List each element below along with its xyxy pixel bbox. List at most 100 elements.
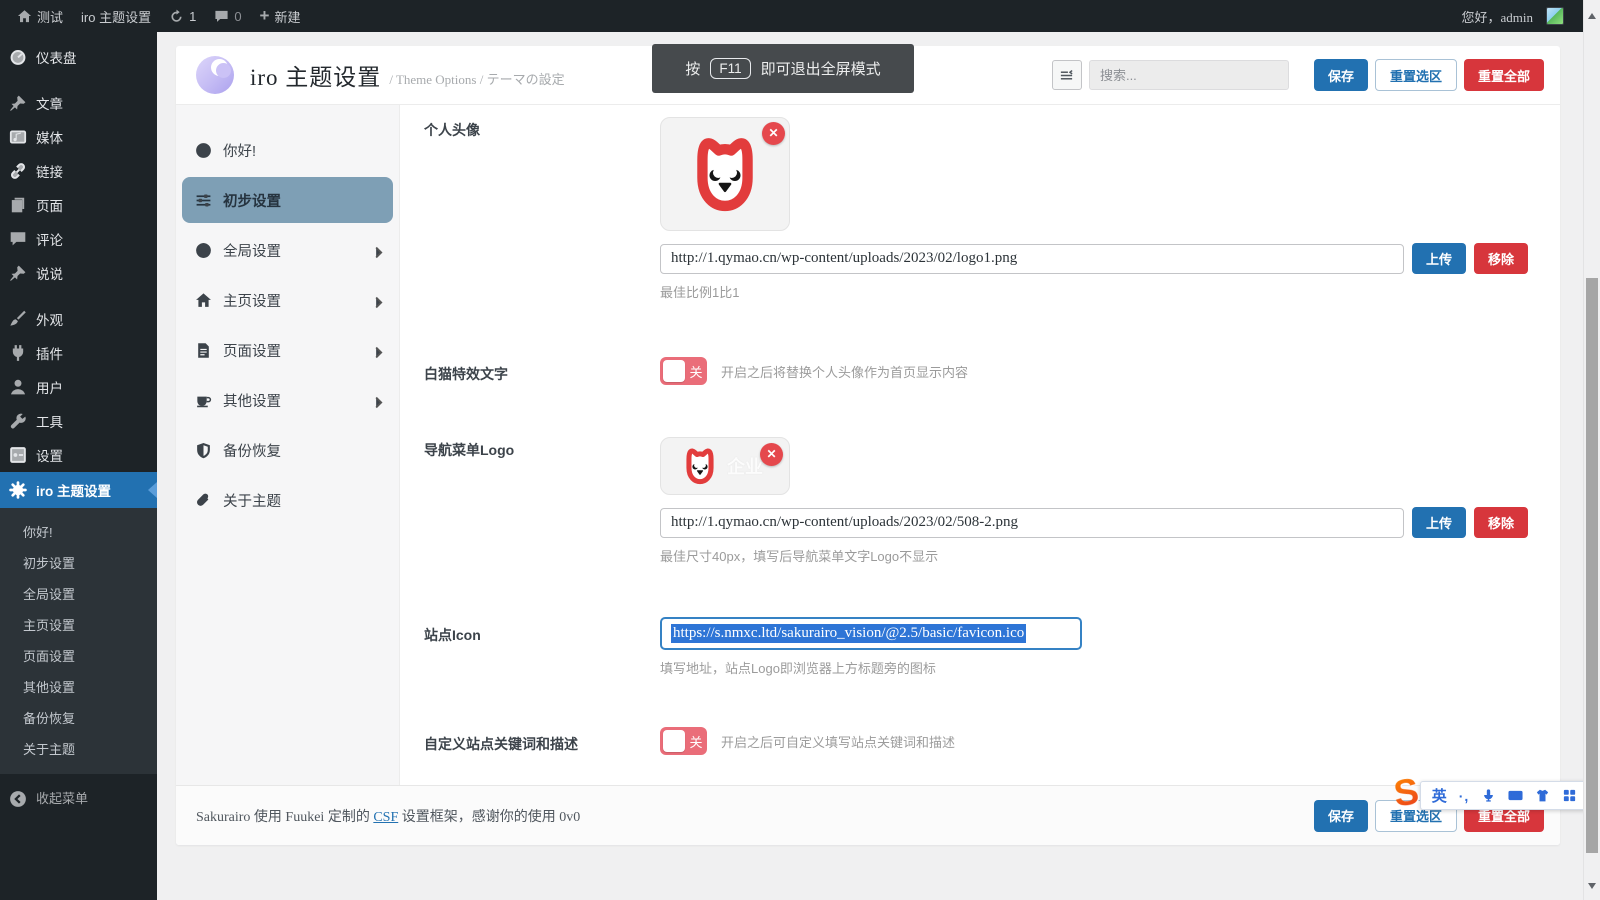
keyboard-icon[interactable] — [1508, 788, 1523, 803]
toast-text: 按 — [685, 58, 700, 79]
field-control: https://s.nmxc.ltd/sakurairo_vision/@2.5… — [660, 617, 1536, 677]
sidebar-item-label: 评论 — [36, 229, 63, 249]
theme-nav-item-hello[interactable]: 你好! — [176, 125, 399, 175]
submenu-item[interactable]: 初步设置 — [0, 547, 157, 578]
admin-bar-right: 您好，admin — [1452, 0, 1573, 32]
collapse-circle-icon — [9, 789, 27, 807]
wp-sidebar: 仪表盘文章媒体链接页面评论说说外观插件用户工具设置 iro 主题设置你好!初步设置… — [0, 32, 157, 900]
remove-avatar-image-button[interactable] — [762, 122, 785, 145]
csf-link[interactable]: CSF — [373, 810, 398, 825]
theme-nav-item-other-settings[interactable]: 其他设置 — [176, 375, 399, 425]
reset-section-button[interactable]: 重置选区 — [1375, 59, 1457, 91]
sidebar-item-plugins[interactable]: 插件 — [0, 336, 157, 370]
smile-icon — [195, 142, 212, 159]
theme-nav-item-homepage-settings[interactable]: 主页设置 — [176, 275, 399, 325]
page-title: iro 主题设置 — [250, 58, 381, 92]
nav-logo-url-input[interactable] — [660, 508, 1404, 538]
save-button[interactable]: 保存 — [1314, 59, 1368, 91]
sidebar-item-tools[interactable]: 工具 — [0, 404, 157, 438]
admin-bar-new[interactable]: + 新建 — [251, 0, 310, 32]
sidebar-item-dashboard[interactable]: 仪表盘 — [0, 40, 157, 74]
sidebar-item-settings[interactable]: 设置 — [0, 438, 157, 472]
upload-button[interactable]: 上传 — [1412, 507, 1466, 538]
admin-bar-theme-shortcut[interactable]: iro 主题设置 — [72, 0, 160, 32]
sidebar-item-appearance[interactable]: 外观 — [0, 302, 157, 336]
submenu-item[interactable]: 全局设置 — [0, 578, 157, 609]
theme-nav-item-backup-restore[interactable]: 备份恢复 — [176, 425, 399, 475]
logo-ghost-text: 企业 — [727, 453, 763, 479]
pages-icon — [9, 196, 27, 214]
remove-button[interactable]: 移除 — [1474, 243, 1528, 274]
fullscreen-exit-toast: 按 F11 即可退出全屏模式 — [652, 44, 914, 93]
field-description: 填写地址，站点Logo即浏览器上方标题旁的图标 — [660, 658, 1536, 677]
footer-credit: Sakurairo 使用 Fuukei 定制的 CSF 设置框架，感谢你的使用 … — [196, 806, 580, 826]
menu-separator — [0, 74, 157, 86]
theme-nav-label: 页面设置 — [223, 340, 281, 361]
avatar-url-input[interactable] — [660, 244, 1404, 274]
ime-punctuation-toggle[interactable]: ·, — [1459, 788, 1470, 804]
more-tools-icon[interactable] — [1562, 788, 1577, 803]
theme-nav-item-global-settings[interactable]: 全局设置 — [176, 225, 399, 275]
submenu-item[interactable]: 备份恢复 — [0, 702, 157, 733]
theme-nav-label: 关于主题 — [223, 490, 281, 511]
submenu-item[interactable]: 其他设置 — [0, 671, 157, 702]
toast-text: 即可退出全屏模式 — [761, 58, 881, 79]
remove-nav-logo-button[interactable] — [760, 443, 783, 466]
cat-logo-image — [677, 443, 723, 489]
pin-icon — [9, 264, 27, 282]
page-subtitle: / Theme Options / テーマの設定 — [389, 69, 564, 88]
page-scrollbar[interactable] — [1583, 0, 1600, 900]
upload-button[interactable]: 上传 — [1412, 243, 1466, 274]
sidebar-item-comments[interactable]: 评论 — [0, 222, 157, 256]
toggle-state-label: 关 — [685, 732, 707, 751]
field-control: 上传 移除 最佳比例1比1 — [660, 117, 1536, 301]
microphone-icon[interactable] — [1481, 788, 1496, 803]
sidebar-item-posts[interactable]: 文章 — [0, 86, 157, 120]
settings-icon — [9, 446, 27, 464]
toggle-switch[interactable]: 关 — [660, 357, 707, 385]
admin-bar-comments[interactable]: 0 — [205, 0, 250, 32]
sogou-logo[interactable]: S — [1391, 772, 1421, 813]
sidebar-item-pages[interactable]: 页面 — [0, 188, 157, 222]
plus-icon: + — [260, 7, 270, 24]
submenu-item[interactable]: 页面设置 — [0, 640, 157, 671]
submenu-item[interactable]: 主页设置 — [0, 609, 157, 640]
field-description: 开启之后可自定义填写站点关键词和描述 — [721, 732, 955, 751]
sidebar-item-links[interactable]: 链接 — [0, 154, 157, 188]
scroll-up-arrow[interactable] — [1588, 9, 1596, 19]
scrollbar-thumb[interactable] — [1586, 278, 1598, 853]
sidebar-item-media[interactable]: 媒体 — [0, 120, 157, 154]
remove-button[interactable]: 移除 — [1474, 507, 1528, 538]
scroll-down-arrow[interactable] — [1588, 883, 1596, 893]
screen: 测试 iro 主题设置 1 0 + 新建 您好，admin — [0, 0, 1600, 900]
theme-nav-item-page-settings[interactable]: 页面设置 — [176, 325, 399, 375]
theme-nav-item-basic-settings[interactable]: 初步设置 — [182, 177, 393, 223]
save-button-footer[interactable]: 保存 — [1314, 800, 1368, 832]
chevron-right-icon — [370, 244, 383, 257]
search-input[interactable] — [1089, 60, 1289, 90]
sidebar-item-iro-theme-settings[interactable]: iro 主题设置 — [0, 472, 157, 508]
theme-nav-item-about-theme[interactable]: 关于主题 — [176, 475, 399, 525]
skin-icon[interactable] — [1535, 788, 1550, 803]
admin-bar-account[interactable]: 您好，admin — [1452, 0, 1573, 32]
sidebar-item-shuoshuo[interactable]: 说说 — [0, 256, 157, 290]
reset-all-button[interactable]: 重置全部 — [1464, 59, 1544, 91]
sidebar-item-label: 链接 — [36, 161, 63, 181]
collapse-sections-button[interactable] — [1052, 60, 1082, 90]
sidebar-item-label: iro 主题设置 — [36, 480, 111, 500]
submenu-item[interactable]: 你好! — [0, 516, 157, 547]
admin-bar-updates[interactable]: 1 — [160, 0, 205, 32]
field-row-custom-keywords: 自定义站点关键词和描述 关 开启之后可自定义填写站点关键词和描述 — [424, 727, 1536, 755]
ime-language-toggle[interactable]: 英 — [1432, 785, 1447, 806]
chevron-right-icon — [370, 344, 383, 357]
sidebar-item-users[interactable]: 用户 — [0, 370, 157, 404]
collapse-menu-button[interactable]: 收起菜单 — [0, 788, 157, 807]
ime-toolbar: S 英 ·, — [1394, 774, 1589, 812]
admin-bar-site[interactable]: 测试 — [8, 0, 72, 32]
site-icon-input[interactable]: https://s.nmxc.ltd/sakurairo_vision/@2.5… — [660, 617, 1082, 650]
wp-admin-bar: 测试 iro 主题设置 1 0 + 新建 您好，admin — [0, 0, 1583, 32]
panel-body: 你好!初步设置全局设置主页设置页面设置其他设置备份恢复关于主题 个人头像 上传 — [176, 105, 1560, 785]
collapse-lines-icon — [1059, 68, 1074, 83]
submenu-item[interactable]: 关于主题 — [0, 733, 157, 764]
toggle-switch[interactable]: 关 — [660, 727, 707, 755]
